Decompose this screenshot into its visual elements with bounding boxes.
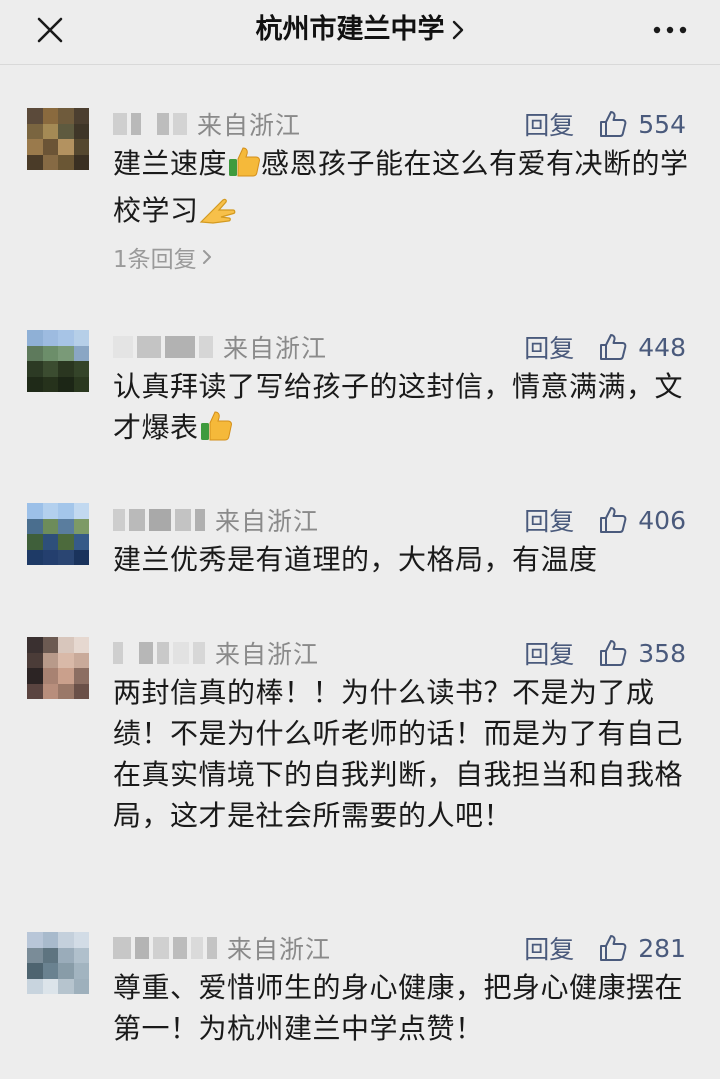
more-button[interactable] — [648, 8, 692, 52]
like-count: 448 — [638, 332, 686, 362]
comment-text: 尊重、爱惜师生的身心健康，把身心健康摆在第一！为杭州建兰中学点赞！ — [113, 967, 693, 1049]
location-label: 来自浙江 — [197, 111, 302, 140]
avatar[interactable] — [27, 637, 89, 699]
like-button[interactable]: 358 — [598, 638, 686, 668]
page-title: 杭州市建兰中学 — [255, 14, 445, 45]
folded-hands-emoji-icon — [199, 196, 237, 237]
like-button[interactable]: 554 — [598, 109, 686, 139]
like-button[interactable]: 448 — [598, 332, 686, 362]
reply-button[interactable]: 回复 — [524, 329, 574, 365]
comment-meta: 来自浙江 — [113, 500, 319, 540]
blurred-username — [113, 508, 205, 532]
like-count: 406 — [638, 505, 686, 535]
comment-text-part: 两封信真的棒！！为什么读书？不是为了成绩！不是为什么听老师的话！而是为了有自己在… — [113, 676, 684, 832]
location-label: 来自浙江 — [223, 334, 328, 363]
location-label: 来自浙江 — [227, 935, 332, 964]
comment-text: 两封信真的棒！！为什么读书？不是为了成绩！不是为什么听老师的话！而是为了有自己在… — [113, 672, 693, 836]
reply-button[interactable]: 回复 — [524, 930, 574, 966]
comment-text-part: 建兰优秀是有道理的，大格局，有温度 — [113, 543, 598, 576]
reply-count-label: 1条回复 — [113, 247, 197, 273]
comment-actions: 回复 554 — [524, 104, 686, 144]
thumbs-up-emoji-icon — [199, 409, 233, 454]
comment-meta: 来自浙江 — [113, 633, 319, 673]
like-count: 281 — [638, 933, 686, 963]
view-replies-link[interactable]: 1条回复 — [113, 240, 213, 274]
page-title-wrap: 杭州市建兰中学 — [0, 8, 720, 52]
thumbs-up-icon — [600, 935, 627, 961]
avatar[interactable] — [27, 330, 89, 392]
avatar[interactable] — [27, 932, 89, 994]
comment-actions: 回复 281 — [524, 928, 686, 968]
comment-meta: 来自浙江 — [113, 928, 331, 968]
reply-button[interactable]: 回复 — [524, 635, 574, 671]
comment-meta: 来自浙江 — [113, 104, 301, 144]
comment-text-part: 尊重、爱惜师生的身心健康，把身心健康摆在第一！为杭州建兰中学点赞！ — [113, 971, 684, 1045]
top-nav-bar: 杭州市建兰中学 — [0, 0, 720, 65]
thumbs-up-icon — [600, 111, 627, 137]
like-count: 554 — [638, 109, 686, 139]
location-label: 来自浙江 — [215, 507, 320, 536]
avatar[interactable] — [27, 503, 89, 565]
reply-button[interactable]: 回复 — [524, 106, 574, 142]
thumbs-up-icon — [600, 640, 627, 666]
thumbs-up-icon — [600, 334, 627, 360]
avatar[interactable] — [27, 108, 89, 170]
comment-meta: 来自浙江 — [113, 327, 327, 367]
comment-actions: 回复 448 — [524, 327, 686, 367]
like-button[interactable]: 281 — [598, 933, 686, 963]
comment-text: 认真拜读了写给孩子的这封信，情意满满，文才爆表 — [113, 366, 693, 454]
comment-text: 建兰优秀是有道理的，大格局，有温度 — [113, 539, 693, 580]
chevron-right-icon — [202, 250, 211, 264]
thumbs-up-emoji-icon — [227, 145, 261, 190]
comment-actions: 回复 358 — [524, 633, 686, 673]
reply-button[interactable]: 回复 — [524, 502, 574, 538]
location-label: 来自浙江 — [215, 640, 320, 669]
blurred-username — [113, 335, 213, 359]
blurred-username — [113, 112, 187, 136]
comment-text-part: 建兰速度 — [113, 147, 228, 180]
like-button[interactable]: 406 — [598, 505, 686, 535]
like-count: 358 — [638, 638, 686, 668]
comment-actions: 回复 406 — [524, 500, 686, 540]
account-title-link[interactable]: 杭州市建兰中学 — [256, 8, 465, 52]
blurred-username — [113, 936, 217, 960]
thumbs-up-icon — [600, 507, 627, 533]
more-icon — [653, 26, 687, 34]
chevron-right-icon — [452, 20, 463, 40]
comment-text: 建兰速度 感恩孩子能在这么有爱有决断的学校学习 — [113, 143, 693, 237]
blurred-username — [113, 641, 205, 665]
